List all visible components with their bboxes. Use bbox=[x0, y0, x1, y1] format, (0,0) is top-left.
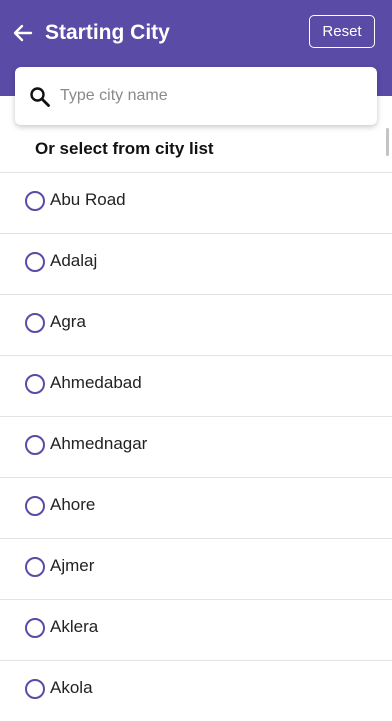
list-item[interactable]: Akola bbox=[0, 660, 392, 721]
page-title: Starting City bbox=[45, 21, 170, 44]
section-heading: Or select from city list bbox=[35, 139, 214, 158]
list-item[interactable]: Agra bbox=[0, 294, 392, 355]
scrollbar[interactable] bbox=[386, 128, 389, 156]
radio-button[interactable] bbox=[25, 618, 45, 638]
radio-button[interactable] bbox=[25, 557, 45, 577]
radio-button[interactable] bbox=[25, 374, 45, 394]
radio-button[interactable] bbox=[25, 252, 45, 272]
radio-button[interactable] bbox=[25, 191, 45, 211]
radio-button[interactable] bbox=[25, 496, 45, 516]
city-label: Ahore bbox=[50, 495, 96, 514]
search-input[interactable] bbox=[60, 82, 360, 110]
city-label: Adalaj bbox=[50, 251, 98, 270]
radio-button[interactable] bbox=[25, 679, 45, 699]
radio-button[interactable] bbox=[25, 313, 45, 333]
list-item[interactable]: Ahmedabad bbox=[0, 355, 392, 416]
reset-button[interactable]: Reset bbox=[309, 15, 375, 48]
list-item[interactable]: Ajmer bbox=[0, 538, 392, 599]
city-list: Abu Road Adalaj Agra Ahmedabad Ahmednaga… bbox=[0, 172, 392, 721]
city-label: Ahmednagar bbox=[50, 434, 148, 453]
arrow-left-icon bbox=[13, 24, 33, 42]
back-button[interactable] bbox=[10, 20, 36, 46]
city-label: Abu Road bbox=[50, 190, 126, 209]
list-item[interactable]: Abu Road bbox=[0, 172, 392, 233]
city-label: Ajmer bbox=[50, 556, 95, 575]
list-item[interactable]: Adalaj bbox=[0, 233, 392, 294]
list-item[interactable]: Aklera bbox=[0, 599, 392, 660]
list-item[interactable]: Ahore bbox=[0, 477, 392, 538]
radio-button[interactable] bbox=[25, 435, 45, 455]
list-item[interactable]: Ahmednagar bbox=[0, 416, 392, 477]
city-label: Aklera bbox=[50, 617, 99, 636]
city-label: Ahmedabad bbox=[50, 373, 142, 392]
search-icon bbox=[29, 86, 51, 108]
search-box bbox=[15, 67, 377, 125]
city-label: Agra bbox=[50, 312, 86, 331]
